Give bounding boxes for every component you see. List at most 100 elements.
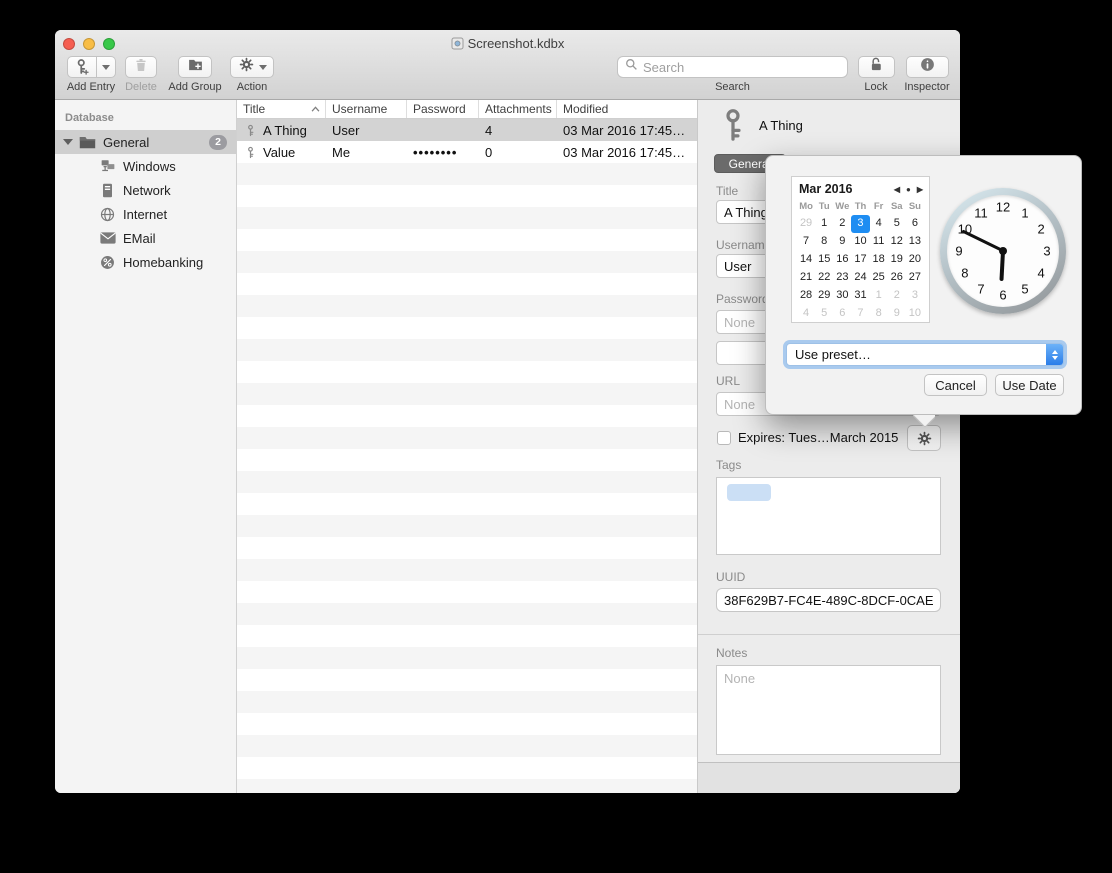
action-button[interactable]: Action <box>227 56 277 93</box>
divider <box>698 634 960 635</box>
calendar: Mar 2016 ◀ ● ▶ MoTuWeThFrSaSu 2912345678… <box>791 176 930 323</box>
calendar-day[interactable]: 6 <box>906 215 924 233</box>
delete-label: Delete <box>125 81 157 93</box>
chevron-down-icon <box>102 65 110 70</box>
disclosure-triangle-icon[interactable] <box>63 139 73 145</box>
column-header-username[interactable]: Username <box>326 100 407 118</box>
table-row[interactable]: Value Me •••••••• 0 03 Mar 2016 17:45… <box>237 141 697 163</box>
lock-button[interactable]: Lock <box>855 56 897 93</box>
tags-field[interactable] <box>716 477 941 555</box>
calendar-day[interactable]: 3 <box>906 287 924 305</box>
calendar-day[interactable]: 9 <box>888 305 906 323</box>
calendar-day[interactable]: 20 <box>906 251 924 269</box>
calendar-day[interactable]: 22 <box>815 269 833 287</box>
calendar-day[interactable]: 15 <box>815 251 833 269</box>
expires-checkbox[interactable] <box>717 431 731 445</box>
calendar-prev-icon[interactable]: ◀ <box>894 185 900 194</box>
calendar-day[interactable]: 25 <box>870 269 888 287</box>
trash-icon <box>133 57 149 78</box>
screen: Screenshot.kdbx Add Entry <box>0 0 1112 873</box>
calendar-day[interactable]: 1 <box>815 215 833 233</box>
calendar-day[interactable]: 26 <box>888 269 906 287</box>
sidebar-item-general[interactable]: General 2 <box>55 130 236 154</box>
calendar-day[interactable]: 9 <box>833 233 851 251</box>
inspector-entry-title: A Thing <box>759 118 803 133</box>
calendar-day[interactable]: 2 <box>888 287 906 305</box>
column-header-password[interactable]: Password <box>407 100 479 118</box>
expires-preset-button[interactable] <box>907 425 941 451</box>
sidebar-item-windows[interactable]: Windows <box>55 154 236 178</box>
clock-number: 10 <box>958 222 972 237</box>
calendar-day[interactable]: 16 <box>833 251 851 269</box>
window-title: Screenshot.kdbx <box>55 36 960 53</box>
cancel-button[interactable]: Cancel <box>924 374 987 396</box>
delete-button[interactable]: Delete <box>118 56 164 93</box>
calendar-day[interactable]: 18 <box>870 251 888 269</box>
calendar-day[interactable]: 5 <box>888 215 906 233</box>
calendar-day[interactable]: 1 <box>870 287 888 305</box>
calendar-day[interactable]: 2 <box>833 215 851 233</box>
calendar-day[interactable]: 19 <box>888 251 906 269</box>
calendar-today-icon[interactable]: ● <box>906 185 911 194</box>
calendar-day[interactable]: 7 <box>851 305 869 323</box>
calendar-day[interactable]: 29 <box>815 287 833 305</box>
calendar-day[interactable]: 10 <box>906 305 924 323</box>
gear-icon <box>238 56 255 78</box>
sidebar-item-network[interactable]: Network <box>55 178 236 202</box>
calendar-next-icon[interactable]: ▶ <box>917 185 923 194</box>
calendar-weekday: Fr <box>870 199 888 215</box>
search-input[interactable]: Search <box>617 56 848 78</box>
gear-icon <box>916 430 933 447</box>
sidebar-item-homebanking[interactable]: Homebanking <box>55 250 236 274</box>
sort-asc-icon <box>311 106 320 112</box>
calendar-day[interactable]: 5 <box>815 305 833 323</box>
calendar-day[interactable]: 24 <box>851 269 869 287</box>
calendar-day[interactable]: 13 <box>906 233 924 251</box>
calendar-day[interactable]: 14 <box>797 251 815 269</box>
calendar-day[interactable]: 29 <box>797 215 815 233</box>
calendar-day[interactable]: 8 <box>815 233 833 251</box>
key-icon <box>720 108 746 142</box>
add-entry-button[interactable]: Add Entry <box>63 56 119 93</box>
use-date-button[interactable]: Use Date <box>995 374 1064 396</box>
column-header-modified[interactable]: Modified <box>557 100 697 118</box>
calendar-day[interactable]: 21 <box>797 269 815 287</box>
sidebar-item-email[interactable]: EMail <box>55 226 236 250</box>
calendar-day[interactable]: 17 <box>851 251 869 269</box>
calendar-day[interactable]: 7 <box>797 233 815 251</box>
calendar-day[interactable]: 27 <box>906 269 924 287</box>
clock-number: 3 <box>1043 244 1050 259</box>
preset-select[interactable]: Use preset… <box>786 343 1064 366</box>
calendar-day[interactable]: 30 <box>833 287 851 305</box>
uuid-field[interactable]: 38F629B7-FC4E-489C-8DCF-0CAE <box>716 588 941 612</box>
calendar-day[interactable]: 28 <box>797 287 815 305</box>
calendar-day[interactable]: 10 <box>851 233 869 251</box>
add-entry-dropdown[interactable] <box>97 56 116 78</box>
empty-rows <box>237 163 697 793</box>
table-header: Title Username Password Attachments Modi… <box>237 100 697 119</box>
clock-number: 6 <box>999 288 1006 303</box>
key-icon <box>245 124 256 137</box>
calendar-day[interactable]: 23 <box>833 269 851 287</box>
calendar-day[interactable]: 4 <box>797 305 815 323</box>
inspector-footer <box>698 762 960 793</box>
calendar-day[interactable]: 11 <box>870 233 888 251</box>
notes-field[interactable]: None <box>716 665 941 755</box>
inspector-button[interactable]: Inspector <box>901 56 953 93</box>
calendar-day[interactable]: 6 <box>833 305 851 323</box>
calendar-day[interactable]: 12 <box>888 233 906 251</box>
add-group-button[interactable]: Add Group <box>162 56 228 93</box>
clock-number: 8 <box>961 266 968 281</box>
calendar-day[interactable]: 8 <box>870 305 888 323</box>
column-header-title[interactable]: Title <box>237 100 326 118</box>
calendar-day[interactable]: 31 <box>851 287 869 305</box>
key-plus-icon[interactable] <box>67 56 97 78</box>
tag-pill[interactable] <box>727 484 771 501</box>
sidebar-item-internet[interactable]: Internet <box>55 202 236 226</box>
calendar-day[interactable]: 4 <box>870 215 888 233</box>
column-header-attachments[interactable]: Attachments <box>479 100 557 118</box>
sidebar-item-label: Internet <box>123 207 167 222</box>
calendar-day-selected[interactable]: 3 <box>851 215 869 233</box>
uuid-label: UUID <box>716 570 941 584</box>
table-row[interactable]: A Thing User 4 03 Mar 2016 17:45… <box>237 119 697 141</box>
